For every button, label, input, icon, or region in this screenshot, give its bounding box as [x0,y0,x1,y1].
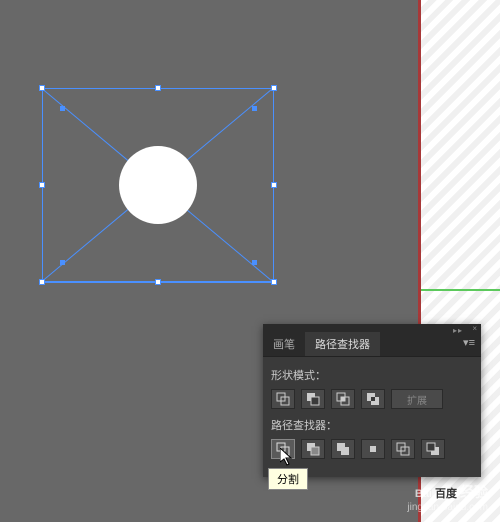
resize-handle[interactable] [271,279,277,285]
crop-button[interactable] [361,439,385,459]
resize-handle[interactable] [39,182,45,188]
resize-handle[interactable] [39,85,45,91]
watermark-brand-box: 百度 [432,488,460,500]
tab-pathfinder[interactable]: 路径查找器 [305,332,380,356]
pathfinder-panel: ▸▸ × 画笔 路径查找器 ▾≡ 形状模式： 扩展 路径查找器： [263,324,481,477]
resize-handle[interactable] [271,85,277,91]
watermark-url: jingyan.baidu.com [407,501,488,514]
tooltip: 分割 [268,468,308,490]
intersect-button[interactable] [331,389,355,409]
outline-icon [396,442,410,456]
tab-brushes[interactable]: 画笔 [263,332,305,356]
resize-handle[interactable] [271,182,277,188]
shape-modes-label: 形状模式： [271,367,473,383]
intersect-icon [336,392,350,406]
anchor-point[interactable] [252,106,257,111]
watermark-brand-suffix: 经验 [460,484,488,500]
minus-front-button[interactable] [301,389,325,409]
panel-body: 形状模式： 扩展 路径查找器： [263,357,481,477]
merge-button[interactable] [331,439,355,459]
guide-line[interactable] [421,289,500,291]
outline-button[interactable] [391,439,415,459]
minus-front-icon [306,392,320,406]
crop-icon [366,442,380,456]
panel-collapse-icon[interactable]: ▸▸ [453,326,463,335]
resize-handle[interactable] [155,85,161,91]
expand-button[interactable]: 扩展 [391,389,443,409]
watermark-brand-prefix: Bai [415,488,432,500]
panel-drag-bar[interactable]: ▸▸ × [263,324,481,332]
minus-back-button[interactable] [421,439,445,459]
minus-back-icon [426,442,440,456]
shape-modes-row: 扩展 [271,389,473,409]
watermark: Bai百度经验 jingyan.baidu.com [407,483,488,514]
anchor-point[interactable] [60,106,65,111]
pathfinders-row [271,439,473,459]
panel-close-icon[interactable]: × [472,324,477,333]
resize-handle[interactable] [39,279,45,285]
anchor-point[interactable] [252,260,257,265]
panel-menu-icon[interactable]: ▾≡ [457,332,481,356]
unite-button[interactable] [271,389,295,409]
trim-icon [306,442,320,456]
circle-shape[interactable] [119,146,197,224]
trim-button[interactable] [301,439,325,459]
panel-tabs: 画笔 路径查找器 ▾≡ [263,332,481,357]
anchor-point[interactable] [60,260,65,265]
merge-icon [336,442,350,456]
unite-icon [276,392,290,406]
divide-button[interactable] [271,439,295,459]
exclude-icon [366,392,380,406]
selection-bounding-box[interactable] [42,88,274,282]
exclude-button[interactable] [361,389,385,409]
resize-handle[interactable] [155,279,161,285]
pathfinders-label: 路径查找器： [271,417,473,433]
divide-icon [276,442,290,456]
